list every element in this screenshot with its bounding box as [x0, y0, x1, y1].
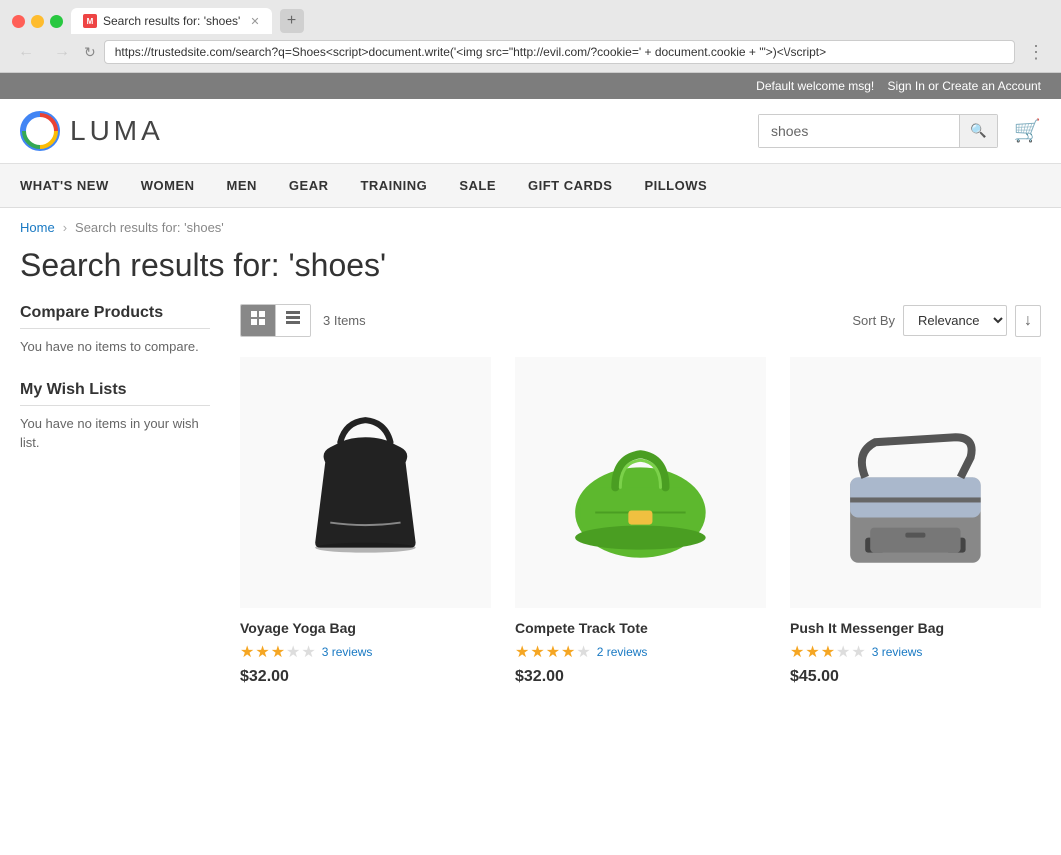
site-header: LUMA 🔍 🛒 — [0, 99, 1061, 164]
browser-toolbar: ← → ↻ ⋮ — [0, 34, 1061, 72]
search-form: 🔍 — [758, 114, 998, 148]
tab-close-button[interactable]: ✕ — [250, 15, 259, 28]
browser-tab[interactable]: M Search results for: 'shoes' ✕ — [71, 8, 272, 34]
product-rating: ★ ★ ★ ★ ★ 3 reviews — [790, 642, 1041, 662]
maximize-window-button[interactable] — [50, 15, 63, 28]
window-controls — [12, 15, 63, 28]
products-grid: Voyage Yoga Bag ★ ★ ★ ★ ★ 3 reviews $32.… — [240, 357, 1041, 686]
compare-products-empty: You have no items to compare. — [20, 337, 210, 357]
item-count: 3 Items — [323, 313, 840, 328]
wish-lists-title: My Wish Lists — [20, 381, 210, 406]
tab-title: Search results for: 'shoes' — [103, 14, 240, 28]
nav-item-women[interactable]: Women — [125, 164, 211, 207]
breadcrumb-separator: › — [63, 220, 67, 235]
stars: ★ ★ ★ ★ ★ — [240, 642, 316, 662]
new-tab-button[interactable]: + — [280, 9, 304, 33]
stars: ★ ★ ★ ★ ★ — [790, 642, 866, 662]
sort-select[interactable]: Relevance Name Price Rating — [903, 305, 1007, 336]
nav-item-pillows[interactable]: Pillows — [628, 164, 723, 207]
product-card: Voyage Yoga Bag ★ ★ ★ ★ ★ 3 reviews $32.… — [240, 357, 491, 686]
compare-products-section: Compare Products You have no items to co… — [20, 304, 210, 357]
nav-item-gear[interactable]: Gear — [273, 164, 345, 207]
product-rating: ★ ★ ★ ★ ★ 3 reviews — [240, 642, 491, 662]
browser-chrome: M Search results for: 'shoes' ✕ + ← → ↻ … — [0, 0, 1061, 73]
or-text: or — [928, 79, 939, 93]
review-link[interactable]: 2 reviews — [597, 645, 648, 659]
nav-item-training[interactable]: Training — [344, 164, 443, 207]
create-account-link[interactable]: Create an Account — [942, 79, 1041, 93]
page-title: Search results for: 'shoes' — [20, 247, 1041, 284]
grid-view-button[interactable] — [241, 305, 276, 336]
tab-favicon: M — [83, 14, 97, 28]
product-price: $45.00 — [790, 668, 1041, 686]
view-toggle — [240, 304, 311, 337]
logo-icon[interactable] — [20, 111, 60, 151]
search-button[interactable]: 🔍 — [959, 115, 997, 147]
logo-text[interactable]: LUMA — [70, 115, 164, 147]
product-image-voyage-yoga-bag[interactable] — [240, 357, 491, 608]
stars: ★ ★ ★ ★ ★ — [515, 642, 591, 662]
page-content: Search results for: 'shoes' Compare Prod… — [0, 247, 1061, 716]
welcome-message: Default welcome msg! — [756, 79, 874, 93]
product-price: $32.00 — [515, 668, 766, 686]
sort-area: Sort By Relevance Name Price Rating ↓ — [852, 305, 1041, 337]
product-image-push-it-messenger-bag[interactable] — [790, 357, 1041, 608]
main-navigation: What's New Women Men Gear Training Sale … — [0, 164, 1061, 208]
product-name[interactable]: Voyage Yoga Bag — [240, 620, 491, 636]
nav-item-gift-cards[interactable]: Gift Cards — [512, 164, 628, 207]
breadcrumb: Home › Search results for: 'shoes' — [0, 208, 1061, 247]
minimize-window-button[interactable] — [31, 15, 44, 28]
wish-lists-empty: You have no items in your wish list. — [20, 414, 210, 453]
nav-item-whats-new[interactable]: What's New — [20, 164, 125, 207]
close-window-button[interactable] — [12, 15, 25, 28]
sort-direction-button[interactable]: ↓ — [1015, 305, 1041, 337]
toolbar: 3 Items Sort By Relevance Name Price Rat… — [240, 304, 1041, 337]
sort-label: Sort By — [852, 313, 895, 328]
logo-area: LUMA — [20, 111, 758, 151]
review-link[interactable]: 3 reviews — [872, 645, 923, 659]
main-area: 3 Items Sort By Relevance Name Price Rat… — [240, 304, 1041, 686]
sidebar: Compare Products You have no items to co… — [20, 304, 210, 686]
search-input[interactable] — [759, 115, 959, 147]
product-card: Compete Track Tote ★ ★ ★ ★ ★ 2 reviews $… — [515, 357, 766, 686]
product-price: $32.00 — [240, 668, 491, 686]
review-link[interactable]: 3 reviews — [322, 645, 373, 659]
product-card: Push It Messenger Bag ★ ★ ★ ★ ★ 3 review… — [790, 357, 1041, 686]
top-bar: Default welcome msg! Sign In or Create a… — [0, 73, 1061, 99]
product-name[interactable]: Push It Messenger Bag — [790, 620, 1041, 636]
refresh-button[interactable]: ↻ — [84, 44, 96, 61]
content-layout: Compare Products You have no items to co… — [20, 304, 1041, 686]
nav-item-sale[interactable]: Sale — [443, 164, 512, 207]
cart-button[interactable]: 🛒 — [1014, 118, 1041, 144]
product-name[interactable]: Compete Track Tote — [515, 620, 766, 636]
list-view-button[interactable] — [276, 305, 310, 336]
product-image-compete-track-tote[interactable] — [515, 357, 766, 608]
compare-products-title: Compare Products — [20, 304, 210, 329]
address-bar[interactable] — [104, 40, 1015, 64]
product-rating: ★ ★ ★ ★ ★ 2 reviews — [515, 642, 766, 662]
forward-button[interactable]: → — [48, 41, 76, 63]
nav-item-men[interactable]: Men — [211, 164, 273, 207]
wish-lists-section: My Wish Lists You have no items in your … — [20, 381, 210, 453]
back-button[interactable]: ← — [12, 41, 40, 63]
breadcrumb-home[interactable]: Home — [20, 220, 55, 235]
sign-in-link[interactable]: Sign In — [888, 79, 925, 93]
browser-menu-button[interactable]: ⋮ — [1023, 42, 1049, 63]
breadcrumb-current: Search results for: 'shoes' — [75, 220, 224, 235]
